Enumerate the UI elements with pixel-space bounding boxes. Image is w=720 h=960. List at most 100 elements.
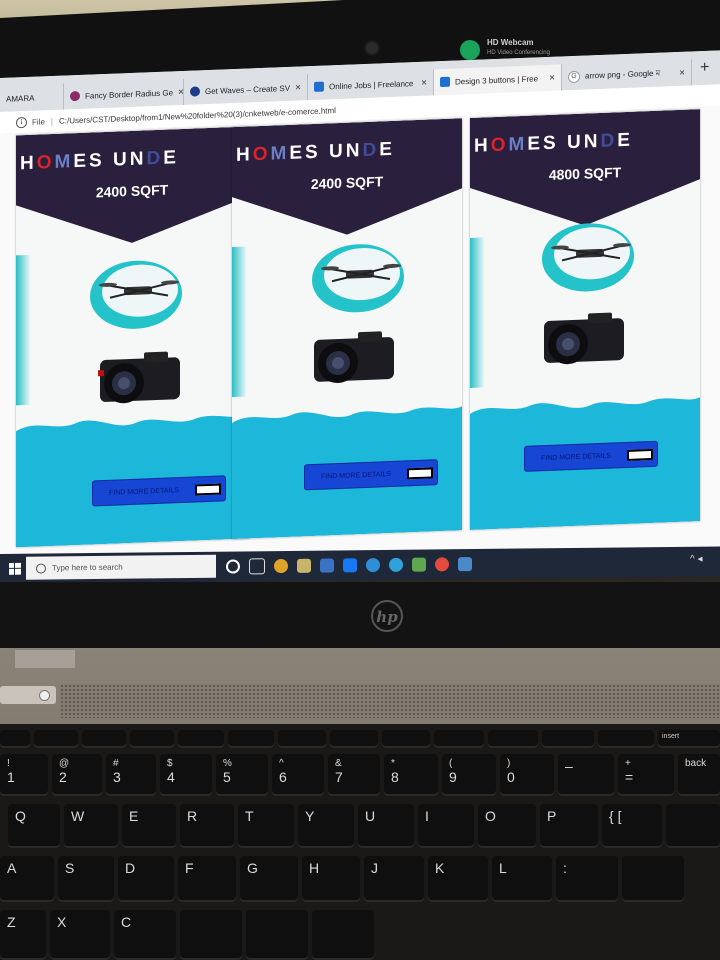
new-tab-button[interactable]: +	[700, 59, 709, 77]
key-quote[interactable]	[622, 856, 684, 902]
windows-start-icon[interactable]	[9, 562, 21, 575]
find-more-details-button[interactable]: FIND MORE DETAILS	[524, 440, 658, 472]
key-bracket[interactable]: { [	[602, 804, 662, 848]
google-icon: G	[568, 70, 580, 84]
fn-key[interactable]	[34, 730, 78, 748]
key-y[interactable]: Y	[298, 804, 354, 848]
key-c[interactable]: C	[114, 910, 176, 960]
key-t[interactable]: T	[238, 804, 294, 848]
tab-label: Design 3 buttons | Free	[455, 73, 539, 87]
key-9[interactable]: (9	[442, 754, 496, 796]
skype-icon[interactable]	[366, 558, 380, 573]
fn-key[interactable]	[0, 730, 30, 748]
key-label: D	[125, 860, 136, 876]
key-g[interactable]: G	[240, 856, 298, 902]
fn-key[interactable]	[382, 730, 430, 748]
key-shift-label: )	[507, 758, 511, 769]
spreadsheet-icon[interactable]	[412, 557, 426, 572]
webcam-lens	[366, 42, 378, 54]
file-explorer-icon[interactable]	[297, 558, 311, 573]
key-label: 7	[335, 769, 343, 785]
fn-key[interactable]	[228, 730, 274, 748]
power-button[interactable]	[39, 690, 50, 701]
fn-key[interactable]	[598, 730, 654, 748]
key-i[interactable]: I	[418, 804, 474, 848]
key-semicolon[interactable]: :	[556, 856, 618, 902]
key-label: R	[187, 808, 198, 824]
taskbar-apps	[226, 553, 472, 578]
photos-icon[interactable]	[458, 557, 472, 572]
key-7[interactable]: & 7	[328, 754, 380, 796]
key-e[interactable]: E	[122, 804, 176, 848]
key-w[interactable]: W	[64, 804, 118, 848]
key-2[interactable]: @2	[52, 754, 102, 796]
key-minus[interactable]: –	[558, 754, 614, 796]
tab-amara[interactable]: AMARA	[0, 83, 64, 112]
key-5[interactable]: % 5	[216, 754, 268, 796]
fn-key[interactable]	[542, 730, 594, 748]
title-letter: U	[113, 149, 130, 171]
key-z[interactable]: Z	[0, 910, 46, 960]
fn-key[interactable]	[178, 730, 224, 748]
key-s[interactable]: S	[58, 856, 114, 902]
key-l[interactable]: L	[492, 856, 552, 902]
key-8[interactable]: * 8	[384, 754, 438, 796]
find-more-details-button[interactable]: FIND MORE DETAILS	[304, 459, 438, 491]
find-more-details-button[interactable]: FIND MORE DETAILS	[92, 475, 226, 507]
edge-icon[interactable]	[389, 557, 403, 572]
key-d[interactable]: D	[118, 856, 174, 902]
chrome-icon[interactable]	[435, 557, 449, 572]
key-u[interactable]: U	[358, 804, 414, 848]
close-icon[interactable]: ×	[295, 82, 301, 93]
key-equals[interactable]: + =	[618, 754, 674, 796]
key-label: X	[57, 914, 67, 930]
fn-key[interactable]	[434, 730, 484, 748]
key-p[interactable]: P	[540, 804, 598, 848]
key-label: G	[247, 860, 258, 876]
system-tray[interactable]: ^ ◂	[690, 554, 703, 565]
close-icon[interactable]: ×	[679, 67, 685, 78]
key-x[interactable]: X	[50, 910, 110, 960]
close-icon[interactable]: ×	[178, 86, 184, 97]
key-bracket-close[interactable]	[666, 804, 720, 848]
facebook-icon[interactable]	[343, 558, 357, 573]
key-f[interactable]: F	[178, 856, 236, 902]
button-label: FIND MORE DETAILS	[541, 452, 611, 462]
close-icon[interactable]: ×	[549, 72, 555, 83]
key-r[interactable]: R	[180, 804, 234, 848]
close-icon[interactable]: ×	[421, 77, 427, 88]
insert-key[interactable]: insert	[658, 730, 720, 748]
cortana-icon[interactable]	[226, 559, 240, 574]
fn-key[interactable]	[488, 730, 538, 748]
side-accent	[470, 237, 484, 388]
fn-key[interactable]	[130, 730, 174, 748]
chrome-icon[interactable]	[274, 558, 288, 574]
key-n[interactable]	[312, 910, 374, 960]
backspace-key[interactable]: back	[678, 754, 720, 796]
info-icon[interactable]: i	[16, 116, 27, 128]
task-view-icon[interactable]	[249, 558, 265, 575]
fn-key[interactable]	[278, 730, 326, 748]
key-3[interactable]: #3	[106, 754, 156, 796]
key-1[interactable]: ! 1	[0, 754, 48, 796]
title-letter: H	[20, 152, 37, 175]
taskbar-search-box[interactable]: Type here to search	[26, 554, 216, 580]
title-letter: D	[362, 139, 380, 162]
key-k[interactable]: K	[428, 856, 488, 902]
title-letter: S	[89, 149, 105, 172]
key-0[interactable]: ) 0	[500, 754, 554, 796]
key-4[interactable]: $4	[160, 754, 212, 796]
key-a[interactable]: A	[0, 856, 54, 902]
key-b[interactable]	[246, 910, 308, 960]
mail-icon[interactable]	[320, 558, 334, 573]
key-v[interactable]	[180, 910, 242, 960]
key-q[interactable]: Q	[8, 804, 60, 848]
product-card: HOMES UNDE 2400 SQFT FIND MORE DETAILS	[232, 118, 462, 540]
key-6[interactable]: ^ 6	[272, 754, 324, 796]
key-j[interactable]: J	[364, 856, 424, 902]
fn-key[interactable]	[330, 730, 378, 748]
key-o[interactable]: O	[478, 804, 536, 848]
key-h[interactable]: H	[302, 856, 360, 902]
fn-key[interactable]	[82, 730, 126, 748]
key-label: E	[129, 808, 139, 824]
